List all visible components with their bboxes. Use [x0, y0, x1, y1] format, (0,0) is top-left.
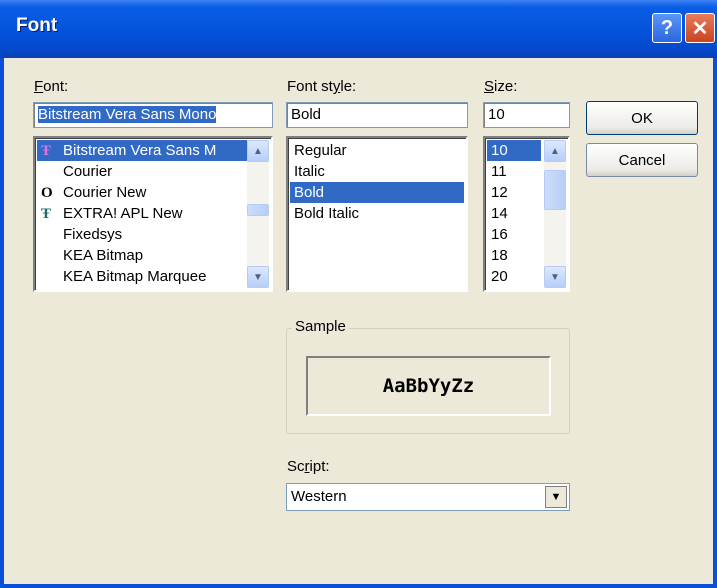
close-icon: ✕: [691, 17, 709, 40]
list-item-label: 20: [491, 268, 508, 285]
truetype-icon: Ŧ: [41, 143, 52, 159]
scroll-thumb[interactable]: [247, 204, 269, 216]
font-style-list[interactable]: Regular Italic Bold Bold Italic: [286, 136, 468, 292]
size-list-scrollbar[interactable]: ▲ ▼: [544, 140, 566, 288]
list-item[interactable]: 10: [487, 140, 541, 161]
list-item[interactable]: Regular: [290, 140, 464, 161]
font-list[interactable]: Ŧ Bitstream Vera Sans M Courier O Courier Ne…: [33, 136, 273, 292]
scroll-down-icon[interactable]: ▼: [247, 266, 269, 288]
size-input[interactable]: 10: [483, 102, 570, 128]
list-item[interactable]: KEA Bitmap: [37, 245, 247, 266]
window-border-right: [713, 58, 717, 588]
list-item[interactable]: Ŧ Bitstream Vera Sans M: [37, 140, 247, 161]
title-bar[interactable]: Font ? ✕: [0, 0, 717, 58]
window-border-bottom: [0, 584, 717, 588]
list-item[interactable]: 16: [487, 224, 541, 245]
list-item-label: 12: [491, 184, 508, 201]
size-list[interactable]: 10 11 12 14 16 18 20 ▲ ▼: [483, 136, 570, 292]
scroll-thumb[interactable]: [544, 170, 566, 210]
list-item-label: 16: [491, 226, 508, 243]
list-item[interactable]: KEA Bitmap Marquee: [37, 266, 247, 287]
window-border-left: [0, 58, 4, 588]
list-item-label: Italic: [294, 163, 325, 180]
font-style-label: Font style:: [287, 78, 357, 95]
list-item[interactable]: 14: [487, 203, 541, 224]
ok-button[interactable]: OK: [586, 101, 698, 135]
list-item-label: Courier: [63, 163, 113, 180]
script-label: Script:: [287, 458, 330, 475]
chevron-down-icon[interactable]: ▼: [545, 486, 567, 508]
list-item-label: 14: [491, 205, 508, 222]
list-item[interactable]: Italic: [290, 161, 464, 182]
list-item[interactable]: Fixedsys: [37, 224, 247, 245]
list-item[interactable]: Bold: [290, 182, 464, 203]
list-item-label: 18: [491, 247, 508, 264]
list-item[interactable]: 20: [487, 266, 541, 287]
cancel-button[interactable]: Cancel: [586, 143, 698, 177]
font-dialog: Font ? ✕ Font: Bitstream Vera Sans Mono …: [0, 0, 717, 588]
list-item[interactable]: Ŧ EXTRA! APL New: [37, 203, 247, 224]
scroll-up-icon[interactable]: ▲: [247, 140, 269, 162]
list-item-label: Fixedsys: [63, 226, 123, 243]
list-item-label: Courier New: [63, 184, 147, 201]
list-item[interactable]: O Courier New: [37, 182, 247, 203]
help-icon: ?: [660, 16, 674, 39]
list-item[interactable]: Courier: [37, 161, 247, 182]
list-item-label: 10: [491, 142, 508, 159]
script-select[interactable]: Western ▼: [286, 483, 570, 511]
window-title: Font: [16, 15, 58, 36]
list-item-label: KEA Bitmap Marquee: [63, 268, 207, 285]
close-button[interactable]: ✕: [685, 13, 715, 43]
sample-label: Sample: [292, 318, 349, 335]
list-item-label: Bold: [294, 184, 325, 201]
help-button[interactable]: ?: [652, 13, 682, 43]
list-item-label: EXTRA! APL New: [63, 205, 183, 222]
scroll-up-icon[interactable]: ▲: [544, 140, 566, 162]
list-item[interactable]: 12: [487, 182, 541, 203]
font-name-input[interactable]: Bitstream Vera Sans Mono: [33, 102, 273, 128]
script-value: Western: [291, 488, 347, 505]
list-item-label: KEA Bitmap: [63, 247, 144, 264]
list-item-label: Bitstream Vera Sans M: [63, 142, 217, 159]
scroll-down-icon[interactable]: ▼: [544, 266, 566, 288]
truetype-icon: Ŧ: [41, 206, 52, 222]
font-style-input[interactable]: Bold: [286, 102, 468, 128]
size-label: Size:: [484, 78, 518, 95]
list-item[interactable]: 18: [487, 245, 541, 266]
list-item-label: Regular: [294, 142, 347, 159]
opentype-icon: O: [41, 185, 53, 201]
font-label: Font:: [34, 78, 69, 95]
list-item[interactable]: Bold Italic: [290, 203, 464, 224]
list-item-label: 11: [491, 163, 507, 180]
sample-preview: AaBbYyZz: [306, 356, 551, 416]
list-item[interactable]: 11: [487, 161, 541, 182]
font-list-scrollbar[interactable]: ▲ ▼: [247, 140, 269, 288]
list-item-label: Bold Italic: [294, 205, 360, 222]
